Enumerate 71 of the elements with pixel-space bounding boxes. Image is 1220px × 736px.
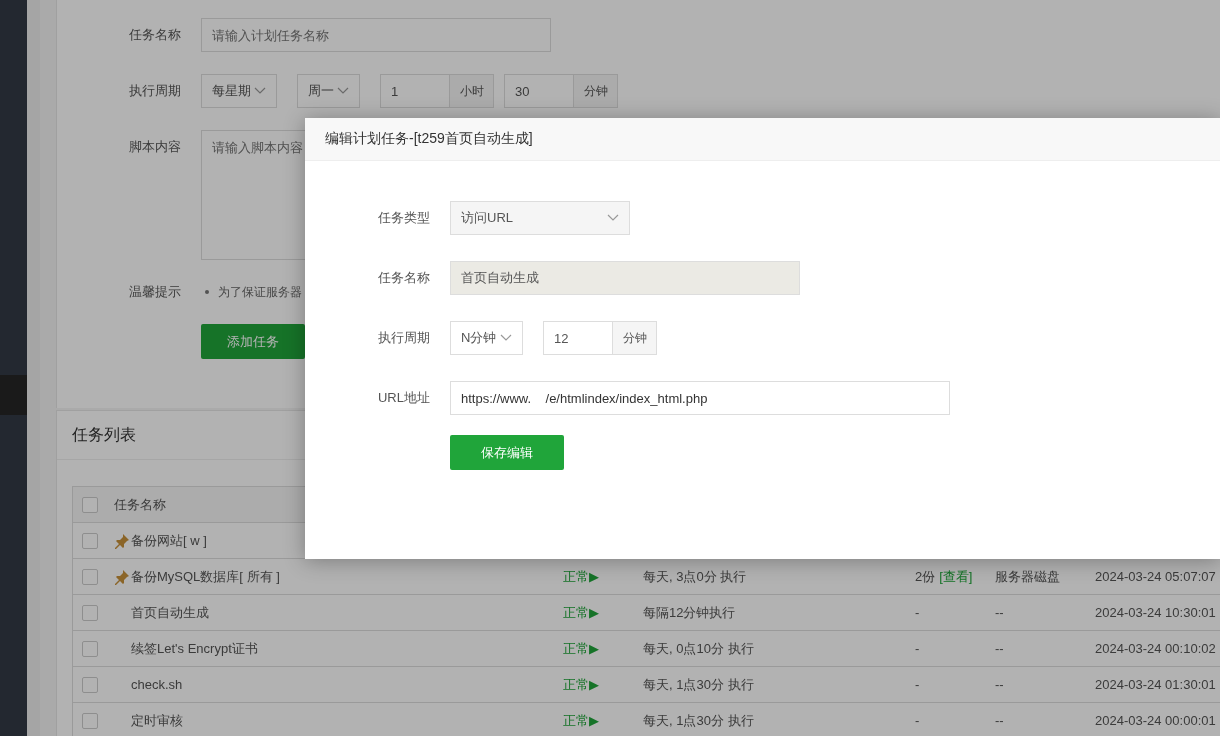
table-cell: 续签Let's Encrypt证书 (131, 639, 258, 658)
unit-label: 分钟 (574, 74, 618, 108)
field-label: URL地址 (377, 389, 431, 407)
table-cell: -- (995, 605, 1004, 620)
table-cell: 2024-03-24 00:00:01 (1095, 713, 1216, 728)
status-label: 正常▶ (563, 604, 599, 620)
tip-text: 为了保证服务器 (218, 284, 302, 301)
table-cell: -- (995, 713, 1004, 728)
table-cell: 每天, 3点0分 执行 (643, 568, 747, 584)
number-field[interactable]: 1 (380, 74, 450, 108)
select-field[interactable]: 每星期 (201, 74, 277, 108)
status-label: 正常▶ (563, 640, 599, 656)
table-cell: check.sh (131, 677, 183, 692)
checkbox[interactable] (82, 712, 98, 729)
save-button[interactable]: 保存编辑 (450, 435, 564, 470)
status-label: 正常▶ (563, 676, 599, 692)
table-cell: 每天, 1点30分 执行 (643, 676, 754, 692)
bullet-icon (205, 290, 209, 294)
panel-title: 任务列表 (72, 424, 136, 445)
checkbox[interactable] (82, 568, 98, 585)
select-field[interactable]: 访问URL (450, 201, 630, 235)
select-field[interactable]: N分钟 (450, 321, 523, 355)
table-cell: - (915, 641, 920, 656)
table-cell: - (915, 605, 920, 620)
status-label: 正常▶ (563, 712, 599, 728)
table-cell: 2024-03-24 05:07:07 (1095, 569, 1216, 584)
caret-icon (500, 334, 512, 342)
table-cell: 服务器磁盘 (995, 568, 1060, 584)
unit-label: 分钟 (613, 321, 657, 355)
field-label: 任务名称 (377, 269, 431, 287)
table-cell: - (915, 677, 920, 692)
table-cell: 2024-03-24 10:30:01 (1095, 605, 1216, 620)
select-field[interactable]: 周一 (297, 74, 360, 108)
table-cell: 2024-03-24 00:10:02 (1095, 641, 1216, 656)
checkbox[interactable] (82, 640, 98, 657)
checkbox[interactable] (82, 604, 98, 621)
table-cell: - (915, 713, 920, 728)
caret-icon (254, 87, 266, 95)
table-cell: 每天, 1点30分 执行 (643, 712, 754, 728)
table-cell: 2份 (915, 568, 936, 584)
field-label: 任务类型 (377, 209, 431, 227)
table-cell: 首页自动生成 (131, 603, 209, 622)
table-cell: 定时审核 (131, 711, 183, 730)
table-cell: 备份MySQL数据库[ 所有 ] (131, 567, 280, 586)
number-field[interactable]: 30 (504, 74, 574, 108)
table-cell: 备份网站[ w ] (131, 531, 207, 550)
add-task-button[interactable]: 添加任务 (201, 324, 305, 359)
field-label: 温馨提示 (129, 283, 182, 301)
checkbox[interactable] (82, 676, 98, 693)
input-field[interactable]: 请输入计划任务名称 (201, 18, 551, 52)
checkbox[interactable] (82, 532, 98, 549)
number-field[interactable]: 12 (543, 321, 613, 355)
checkbox[interactable] (82, 496, 98, 513)
field-label: 任务名称 (129, 26, 182, 44)
table-cell: -- (995, 641, 1004, 656)
sidebar-item[interactable] (0, 375, 27, 415)
caret-icon (337, 87, 349, 95)
status-label: 正常▶ (563, 568, 599, 584)
table-cell: 每天, 0点10分 执行 (643, 640, 754, 656)
field-label: 脚本内容 (129, 138, 182, 156)
table-cell: 每隔12分钟执行 (643, 604, 736, 620)
dialog-title: 编辑计划任务-[t259首页自动生成] (325, 130, 533, 148)
caret-icon (607, 214, 619, 222)
table-cell: 2024-03-24 01:30:01 (1095, 677, 1216, 692)
column-header: 任务名称 (114, 495, 167, 514)
field-label: 执行周期 (129, 82, 182, 100)
unit-label: 小时 (450, 74, 494, 108)
input-field[interactable]: 首页自动生成 (450, 261, 800, 295)
input-field[interactable]: https://www. /e/htmlindex/index_html.php (450, 381, 950, 415)
table-cell: -- (995, 677, 1004, 692)
field-label: 执行周期 (377, 329, 431, 347)
